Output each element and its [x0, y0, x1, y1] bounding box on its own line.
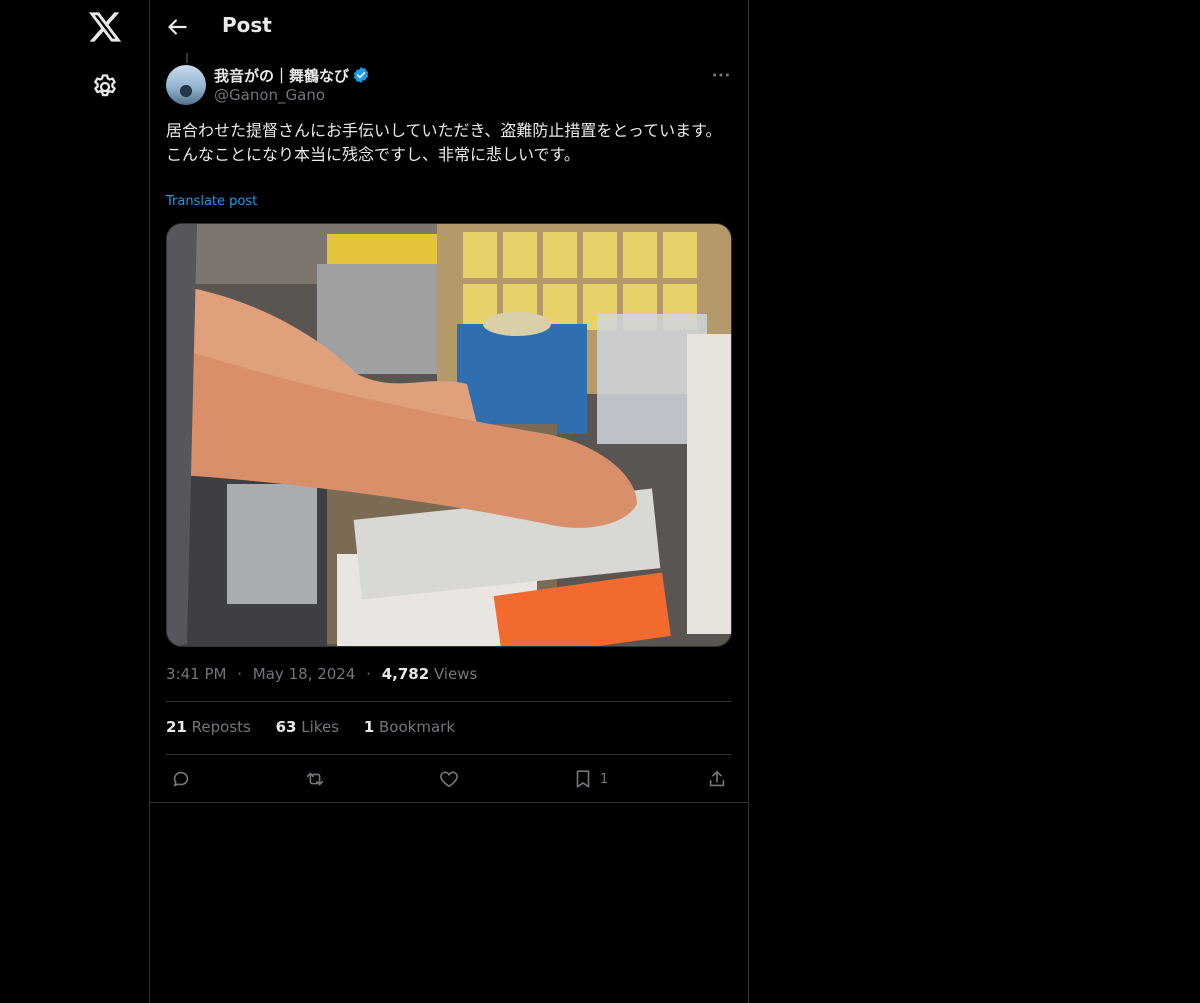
reply-icon — [173, 771, 189, 787]
post-date[interactable]: May 18, 2024 — [253, 665, 356, 683]
back-arrow-icon[interactable] — [164, 14, 190, 40]
page-header: Post — [150, 0, 748, 53]
post-meta: 3:41 PM · May 18, 2024 · 4,782 Views — [166, 665, 477, 683]
settings-gear-icon[interactable] — [90, 72, 120, 102]
more-icon[interactable] — [710, 64, 732, 86]
divider — [166, 754, 732, 755]
left-nav-rail — [0, 0, 149, 1003]
views-label: Views — [433, 665, 478, 683]
avatar[interactable] — [166, 65, 206, 105]
thread-connector — [186, 53, 188, 63]
likes-label: Likes — [301, 718, 340, 736]
likes-count: 63 — [275, 718, 297, 736]
like-button[interactable] — [438, 764, 460, 794]
author-handle[interactable]: @Ganon_Gano — [214, 86, 325, 104]
action-bar: 1 — [166, 764, 732, 794]
reposts-label: Reposts — [191, 718, 251, 736]
bookmarks-count: 1 — [363, 718, 375, 736]
post-image[interactable] — [166, 223, 732, 647]
post-stats: 21 Reposts 63 Likes 1 Bookmark — [166, 718, 475, 736]
divider — [166, 701, 732, 702]
bookmarks-stat[interactable]: 1 Bookmark — [364, 718, 455, 736]
post-text: 居合わせた提督さんにお手伝いしていただき、盗難防止措置をとっています。 こんなこ… — [166, 121, 722, 164]
main-column: Post 我音がの｜舞鶴なび @Ganon_Gano 居合わせた提督さんにお手伝… — [149, 0, 749, 1003]
share-button[interactable] — [706, 764, 728, 794]
divider — [150, 802, 748, 803]
repost-icon — [306, 772, 324, 786]
repost-button[interactable] — [304, 764, 326, 794]
reply-button[interactable] — [170, 764, 192, 794]
meta-separator: · — [366, 665, 371, 683]
meta-separator: · — [237, 665, 243, 683]
x-logo-icon[interactable] — [87, 9, 123, 45]
bookmark-icon — [576, 770, 590, 788]
views-count: 4,782 — [381, 665, 430, 683]
translate-post-link[interactable]: Translate post — [166, 194, 257, 209]
reposts-count: 21 — [166, 718, 187, 736]
reposts-stat[interactable]: 21 Reposts — [166, 718, 251, 736]
post-photo — [167, 224, 731, 646]
likes-stat[interactable]: 63 Likes — [276, 718, 339, 736]
author-name[interactable]: 我音がの｜舞鶴なび — [214, 65, 349, 86]
bookmark-count: 1 — [600, 771, 609, 787]
like-icon — [440, 771, 458, 788]
post-time[interactable]: 3:41 PM — [166, 665, 226, 683]
bookmark-button[interactable]: 1 — [572, 764, 608, 794]
share-icon — [709, 770, 725, 787]
bookmarks-label: Bookmark — [379, 718, 456, 736]
verified-badge-icon — [352, 66, 370, 84]
page-title: Post — [222, 13, 272, 37]
